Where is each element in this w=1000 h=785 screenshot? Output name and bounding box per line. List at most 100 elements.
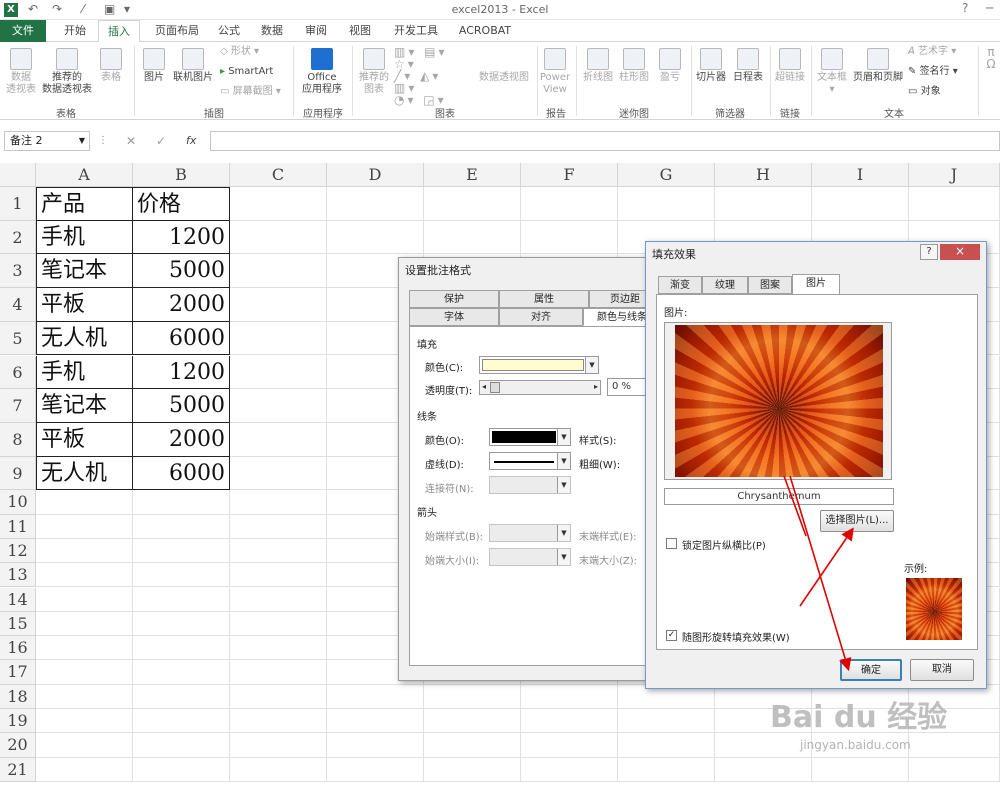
- tab-gradient[interactable]: 渐变: [658, 276, 702, 294]
- cell[interactable]: [424, 757, 521, 782]
- confirm-entry-icon[interactable]: ✓: [156, 134, 166, 148]
- signature-line-button[interactable]: ✎ 签名行 ▾: [908, 66, 968, 78]
- cell[interactable]: [327, 220, 424, 255]
- cell[interactable]: [230, 187, 327, 221]
- cell[interactable]: [618, 733, 715, 758]
- rotate-with-shape-checkbox[interactable]: ✓: [666, 630, 677, 641]
- line-sparkline-button[interactable]: 折线图: [580, 48, 616, 84]
- row-header[interactable]: 19: [0, 709, 36, 734]
- tab-home[interactable]: 开始: [56, 20, 94, 42]
- cell[interactable]: [133, 709, 230, 734]
- begin-style-select[interactable]: ▼: [489, 524, 571, 542]
- chevron-down-icon[interactable]: ▼: [79, 132, 85, 150]
- tab-data[interactable]: 数据: [254, 20, 290, 42]
- tab-protection[interactable]: 保护: [409, 290, 499, 308]
- cell[interactable]: [230, 422, 327, 457]
- cell[interactable]: [521, 187, 618, 221]
- cell[interactable]: [230, 709, 327, 734]
- cell[interactable]: [909, 187, 1000, 221]
- row-header[interactable]: 3: [0, 254, 36, 289]
- tab-page-layout[interactable]: 页面布局: [146, 20, 208, 42]
- cell[interactable]: [327, 733, 424, 758]
- cell[interactable]: [521, 709, 618, 734]
- online-picture-button[interactable]: 联机图片: [170, 48, 216, 84]
- row-header[interactable]: 10: [0, 490, 36, 515]
- cell[interactable]: [618, 709, 715, 734]
- row-header[interactable]: 9: [0, 456, 36, 491]
- cell[interactable]: [36, 563, 133, 588]
- power-view-button[interactable]: Power View: [538, 48, 572, 96]
- row-header[interactable]: 13: [0, 563, 36, 588]
- slider-thumb[interactable]: [490, 382, 500, 393]
- cell[interactable]: [230, 220, 327, 255]
- cell[interactable]: [327, 709, 424, 734]
- minimize-icon[interactable]: ─: [986, 1, 993, 15]
- cell[interactable]: [36, 757, 133, 782]
- row-header[interactable]: 14: [0, 587, 36, 612]
- wordart-button[interactable]: 𝘈 艺术字 ▾: [908, 46, 968, 58]
- cell[interactable]: 1200: [133, 220, 230, 255]
- row-header[interactable]: 16: [0, 636, 36, 661]
- tab-pattern[interactable]: 图案: [748, 276, 792, 294]
- cell[interactable]: [230, 254, 327, 289]
- cell[interactable]: 6000: [133, 321, 230, 356]
- cell[interactable]: [230, 389, 327, 423]
- insert-function-icon[interactable]: fx: [186, 134, 196, 147]
- cell[interactable]: [424, 187, 521, 221]
- column-sparkline-button[interactable]: 柱形图: [616, 48, 652, 84]
- column-header-j[interactable]: J: [909, 163, 1000, 187]
- cell[interactable]: [36, 733, 133, 758]
- row-header[interactable]: 2: [0, 220, 36, 255]
- cell[interactable]: 平板: [36, 422, 133, 457]
- cell[interactable]: [133, 757, 230, 782]
- transparency-slider[interactable]: ◂ ▸: [479, 380, 601, 395]
- row-header[interactable]: 11: [0, 514, 36, 539]
- row-header[interactable]: 5: [0, 321, 36, 356]
- cell[interactable]: 5000: [133, 389, 230, 423]
- cell[interactable]: [133, 514, 230, 539]
- dialog-help-button[interactable]: ?: [920, 244, 938, 260]
- cancel-button[interactable]: 取消: [910, 659, 974, 681]
- cell[interactable]: 无人机: [36, 456, 133, 491]
- pivot-table-button[interactable]: 数据 透视表: [2, 48, 40, 96]
- cell[interactable]: 2000: [133, 422, 230, 457]
- header-footer-button[interactable]: 页眉和页脚: [850, 48, 906, 84]
- cell[interactable]: [133, 684, 230, 709]
- cell[interactable]: [36, 709, 133, 734]
- cell[interactable]: [230, 636, 327, 661]
- tab-file[interactable]: 文件: [0, 20, 46, 42]
- help-icon[interactable]: ?: [962, 1, 968, 15]
- tab-texture[interactable]: 纹理: [702, 276, 748, 294]
- cell[interactable]: [327, 187, 424, 221]
- row-header[interactable]: 20: [0, 733, 36, 758]
- cell[interactable]: [230, 733, 327, 758]
- cell[interactable]: [36, 587, 133, 612]
- tab-formulas[interactable]: 公式: [212, 20, 246, 42]
- cell[interactable]: [230, 563, 327, 588]
- cell[interactable]: [36, 684, 133, 709]
- column-header-b[interactable]: B: [133, 163, 230, 187]
- cell[interactable]: [327, 757, 424, 782]
- row-header[interactable]: 12: [0, 538, 36, 564]
- cell[interactable]: 手机: [36, 355, 133, 390]
- winloss-sparkline-button[interactable]: 盈亏: [654, 48, 686, 84]
- cell[interactable]: 价格: [133, 187, 230, 221]
- cell[interactable]: [521, 733, 618, 758]
- chart-types-gallery[interactable]: ▥▾ ▤▾ ☆▾ ╱▾ ◭▾ ▥▾ ◔▾ ◲▾: [394, 46, 470, 106]
- cell[interactable]: [230, 757, 327, 782]
- office-app-button[interactable]: Office 应用程序: [296, 48, 348, 96]
- cell[interactable]: [424, 220, 521, 255]
- select-picture-button[interactable]: 选择图片(L)...: [820, 510, 894, 532]
- cell[interactable]: [230, 538, 327, 564]
- fill-color-select[interactable]: ▼: [479, 356, 599, 374]
- cell[interactable]: [618, 187, 715, 221]
- recommended-pivot-button[interactable]: 推荐的 数据透视表: [40, 48, 94, 96]
- tab-alignment[interactable]: 对齐: [499, 308, 583, 326]
- cell[interactable]: [230, 660, 327, 685]
- cell[interactable]: [133, 563, 230, 588]
- row-header[interactable]: 7: [0, 389, 36, 423]
- cancel-entry-icon[interactable]: ✕: [126, 134, 136, 148]
- cell[interactable]: [133, 636, 230, 661]
- name-box[interactable]: 备注 2 ▼: [4, 131, 90, 151]
- cell[interactable]: [327, 684, 424, 709]
